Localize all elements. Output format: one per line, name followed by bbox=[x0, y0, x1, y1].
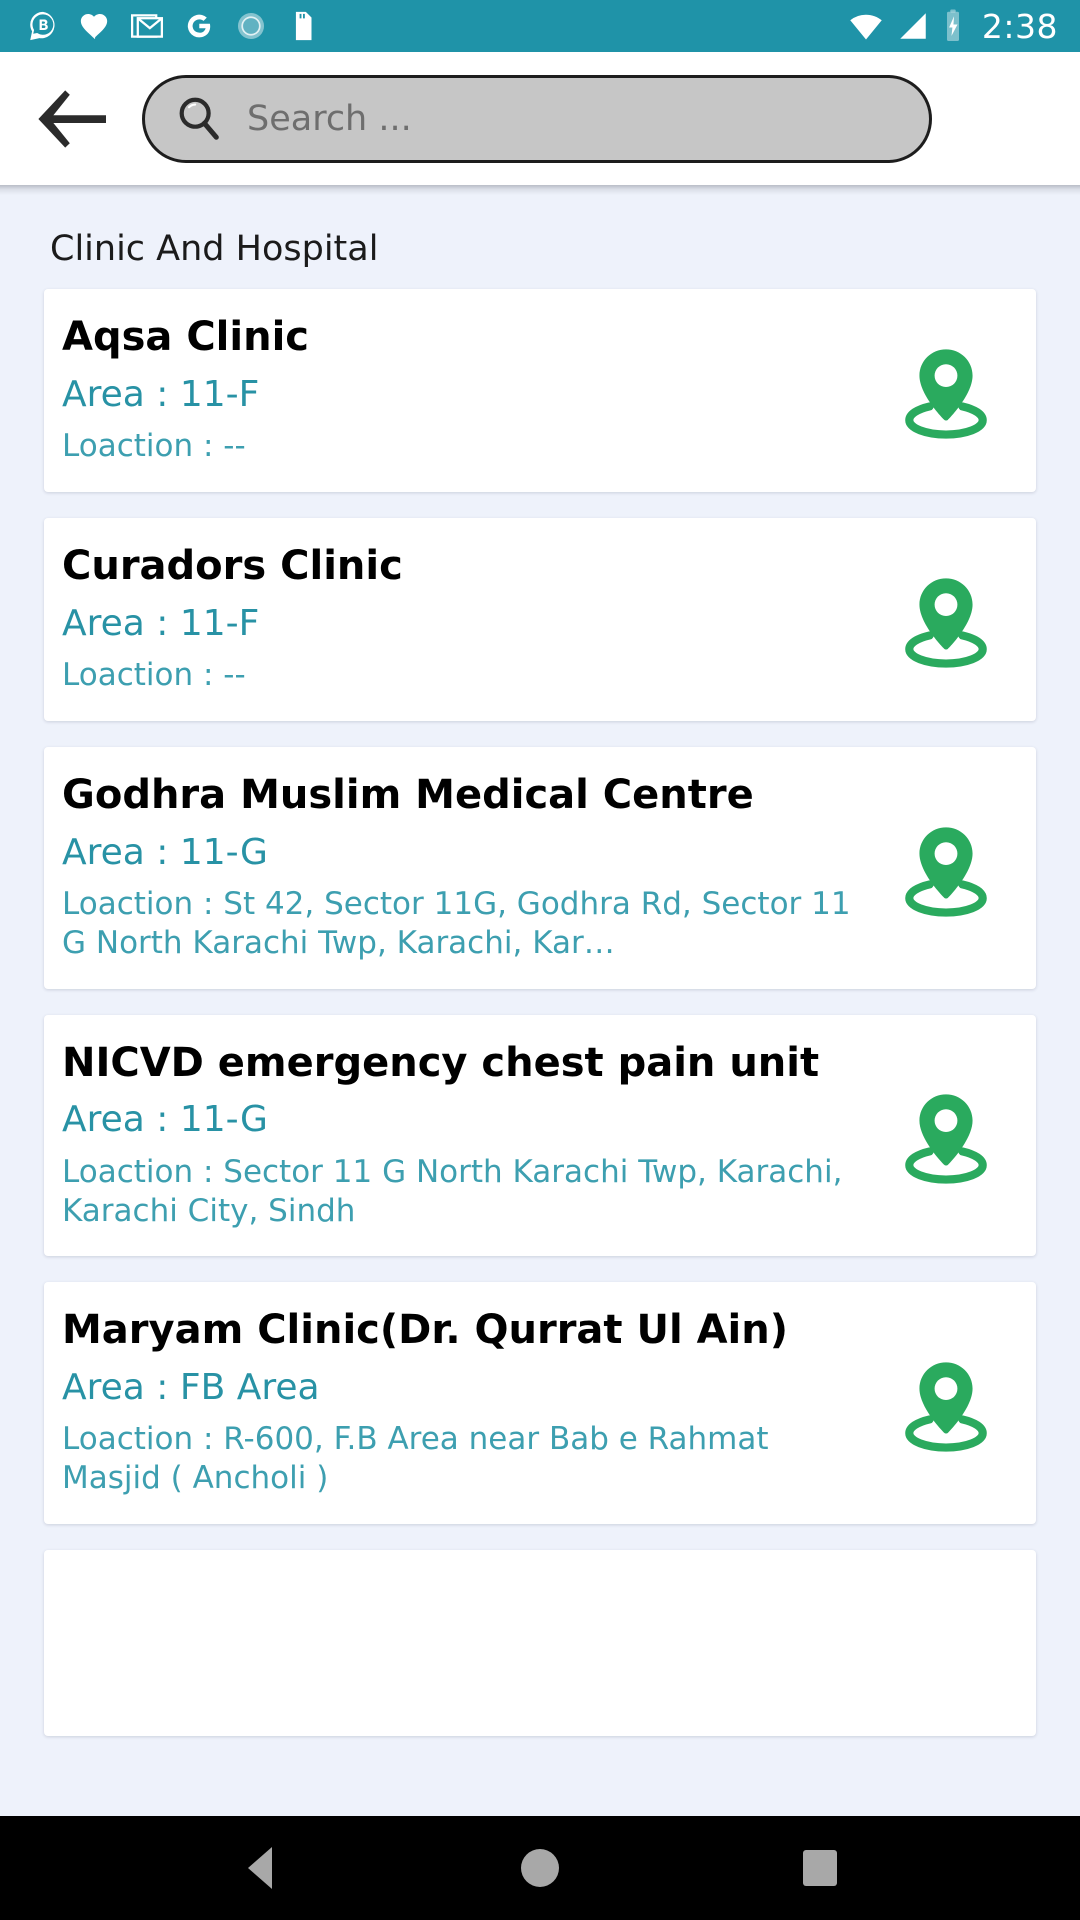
status-bar-notification-icons bbox=[26, 9, 848, 43]
clinic-card-text: Curadors Clinic Area : 11-F Loaction : -… bbox=[62, 544, 868, 695]
map-pin-button[interactable] bbox=[886, 340, 1006, 440]
map-pin-icon bbox=[905, 578, 987, 669]
map-pin-button[interactable] bbox=[886, 1085, 1006, 1185]
nav-recents-button[interactable] bbox=[765, 1816, 875, 1920]
clinic-location: Loaction : St 42, Sector 11G, Godhra Rd,… bbox=[62, 886, 851, 961]
clinic-area: Area : 11-F bbox=[62, 602, 260, 644]
clinic-list-scroll[interactable]: Clinic And Hospital Aqsa Clinic Area : 1… bbox=[0, 195, 1080, 1816]
clinic-location: Loaction : Sector 11 G North Karachi Twp… bbox=[62, 1153, 843, 1229]
clinic-card[interactable]: Godhra Muslim Medical Centre Area : 11-G… bbox=[44, 746, 1036, 989]
clinic-card[interactable]: Aqsa Clinic Area : 11-F Loaction : -- bbox=[44, 289, 1036, 492]
nav-back-button[interactable] bbox=[205, 1816, 315, 1920]
status-bar-clock: 2:38 bbox=[981, 6, 1058, 46]
back-button[interactable] bbox=[34, 81, 110, 157]
clinic-card-text: Godhra Muslim Medical Centre Area : 11-G… bbox=[62, 773, 868, 963]
bolt-chat-b-icon bbox=[30, 11, 55, 41]
map-pin-icon bbox=[905, 1094, 987, 1185]
search-icon bbox=[173, 93, 225, 145]
sync-circle-icon bbox=[237, 12, 265, 40]
map-pin-icon bbox=[905, 349, 987, 440]
clinic-name: Maryam Clinic(Dr. Qurrat Ul Ain) bbox=[62, 1307, 789, 1354]
android-navigation-bar bbox=[0, 1816, 1080, 1920]
nav-recents-icon bbox=[803, 1850, 837, 1886]
clinic-location: Loaction : R-600, F.B Area near Bab e Ra… bbox=[62, 1421, 769, 1497]
search-input[interactable] bbox=[225, 98, 901, 139]
nav-home-button[interactable] bbox=[485, 1816, 595, 1920]
clinic-name: Curadors Clinic bbox=[62, 542, 403, 589]
clinic-location: Loaction : -- bbox=[62, 428, 246, 465]
clinic-card-text: Maryam Clinic(Dr. Qurrat Ul Ain) Area : … bbox=[62, 1308, 868, 1498]
map-pin-button[interactable] bbox=[886, 569, 1006, 669]
clinic-area: Area : FB Area bbox=[62, 1367, 320, 1409]
search-bar[interactable] bbox=[142, 74, 932, 163]
status-bar: 2:38 bbox=[0, 0, 1080, 52]
clinic-location: Loaction : -- bbox=[62, 657, 246, 694]
phone-screen: 2:38 Clinic And Hospital bbox=[0, 0, 1080, 1920]
clinic-area: Area : 11-G bbox=[62, 1099, 268, 1141]
gmail-icon bbox=[130, 14, 164, 38]
nav-back-icon bbox=[248, 1847, 272, 1889]
clinic-name: Aqsa Clinic bbox=[62, 314, 309, 360]
back-arrow-icon bbox=[38, 89, 106, 148]
sd-card-icon bbox=[295, 11, 312, 41]
clinic-name: Godhra Muslim Medical Centre bbox=[62, 771, 754, 818]
map-pin-icon bbox=[905, 827, 987, 917]
battery-charging-icon bbox=[946, 9, 959, 41]
map-pin-button[interactable] bbox=[886, 1353, 1006, 1453]
map-pin-button[interactable] bbox=[886, 818, 1006, 918]
clinic-card-text: Aqsa Clinic Area : 11-F Loaction : -- bbox=[62, 315, 868, 466]
clinic-card-partial[interactable] bbox=[44, 1549, 1036, 1736]
header-divider-shadow bbox=[0, 185, 1080, 195]
google-g-icon bbox=[187, 14, 211, 38]
page-title: Clinic And Hospital bbox=[50, 229, 379, 269]
clinic-area: Area : 11-F bbox=[62, 373, 260, 415]
status-bar-system-icons: 2:38 bbox=[848, 8, 1058, 44]
app-header bbox=[0, 52, 1080, 185]
clinic-card[interactable]: Curadors Clinic Area : 11-F Loaction : -… bbox=[44, 517, 1036, 721]
clinic-card[interactable]: NICVD emergency chest pain unit Area : 1… bbox=[44, 1014, 1036, 1257]
clinic-card-text: NICVD emergency chest pain unit Area : 1… bbox=[62, 1039, 868, 1231]
wifi-icon bbox=[850, 14, 882, 40]
clinic-name: NICVD emergency chest pain unit bbox=[62, 1039, 820, 1086]
cellular-signal-icon bbox=[900, 13, 926, 39]
clinic-card[interactable]: Maryam Clinic(Dr. Qurrat Ul Ain) Area : … bbox=[44, 1282, 1036, 1524]
heart-icon bbox=[80, 13, 108, 40]
clinic-area: Area : 11-G bbox=[62, 831, 268, 873]
nav-home-icon bbox=[521, 1849, 559, 1887]
map-pin-icon bbox=[905, 1362, 987, 1452]
clinic-card-list: Aqsa Clinic Area : 11-F Loaction : -- Cu… bbox=[0, 289, 1080, 1736]
